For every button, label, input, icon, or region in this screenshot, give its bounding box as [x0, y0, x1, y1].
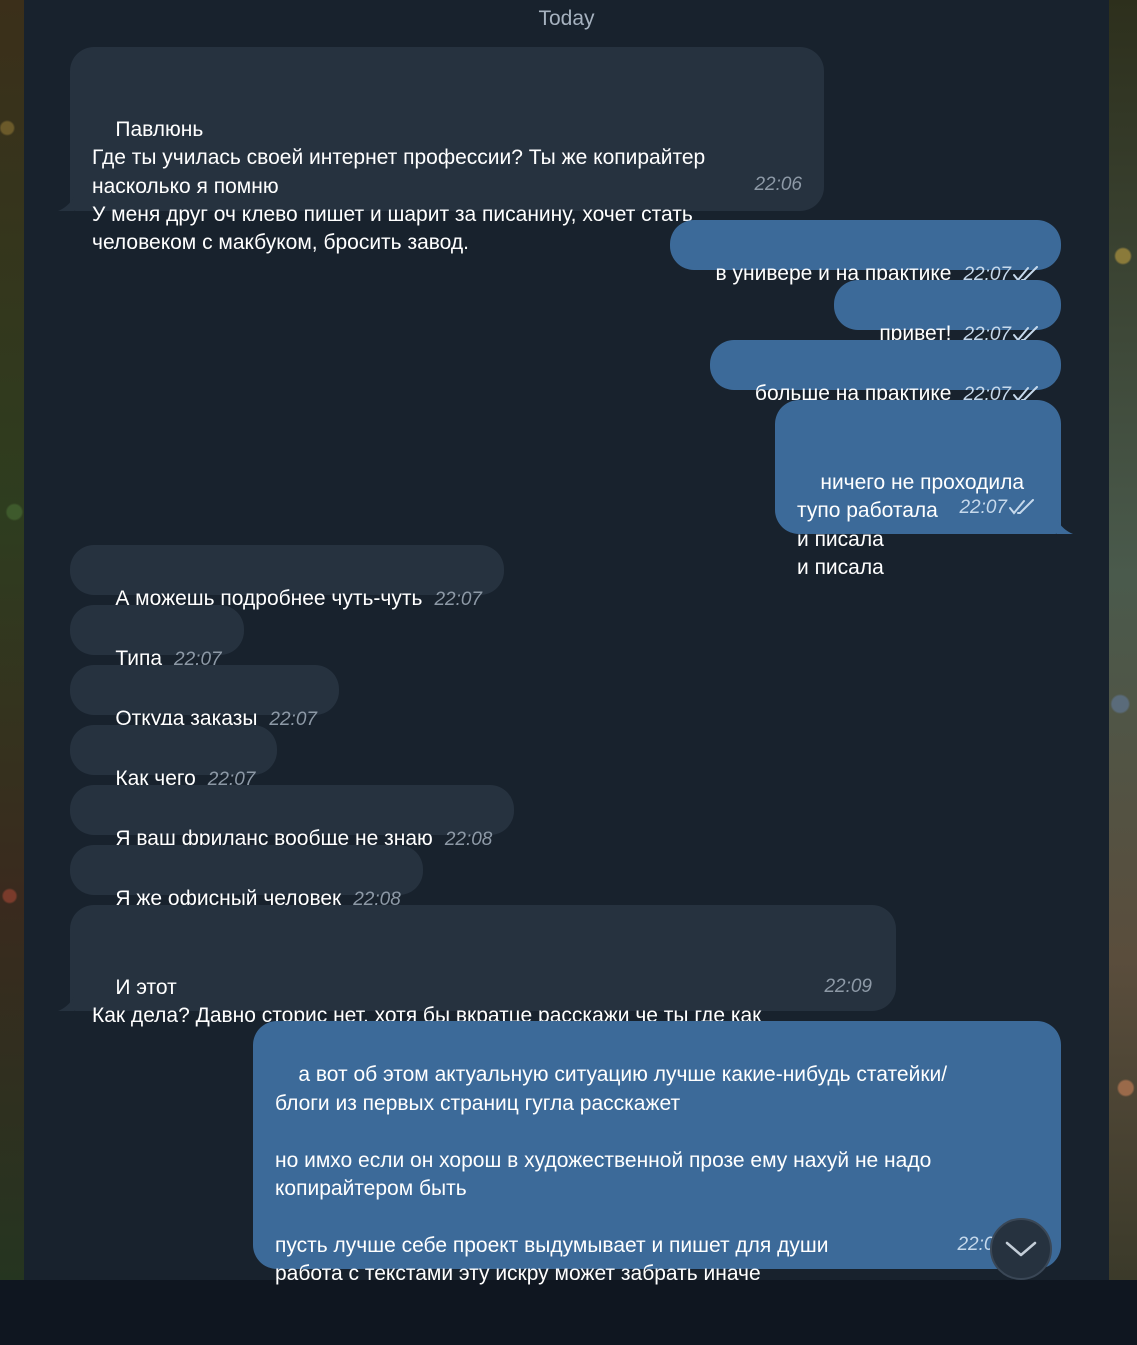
incoming-message[interactable]: Я ваш фриланс вообще не знаю 22:08	[70, 785, 515, 850]
outgoing-message[interactable]: в универе и на практике 22:07	[670, 220, 1061, 285]
incoming-message[interactable]: Как чего 22:07	[70, 725, 278, 790]
message-text: ничего не проходила тупо работала и писа…	[797, 470, 1025, 580]
outgoing-message[interactable]: ничего не проходила тупо работала и писа…	[775, 400, 1073, 579]
incoming-message[interactable]: Типа 22:07	[70, 605, 244, 670]
incoming-message[interactable]: Павлюнь Где ты училась своей интернет пр…	[58, 47, 824, 254]
message-time: 22:09	[824, 975, 872, 997]
scroll-to-bottom-button[interactable]	[990, 1218, 1052, 1280]
chat-history[interactable]: Today Павлюнь Где ты училась своей интер…	[24, 0, 1109, 1285]
wallpaper-right	[1109, 0, 1137, 1280]
message-time: 22:06	[754, 173, 802, 195]
message-time: 22:07	[959, 494, 1035, 522]
incoming-message[interactable]: И этот Как дела? Давно сторис нет, хотя …	[58, 905, 896, 1027]
bubble-tail	[58, 997, 74, 1011]
outgoing-message[interactable]: привет! 22:07	[833, 280, 1061, 345]
message-time: 22:07	[434, 589, 482, 611]
outgoing-message[interactable]: больше на практике 22:07	[709, 340, 1061, 405]
bubble-tail	[1057, 520, 1073, 534]
message-time: 22:07	[269, 709, 317, 731]
message-text: а вот об этом актуальную ситуацию лучше …	[275, 1063, 948, 1286]
incoming-message[interactable]: Я же офисный человек 22:08	[70, 845, 423, 910]
bubble-tail	[58, 197, 74, 211]
wallpaper-left	[0, 0, 24, 1280]
message-time: 22:08	[444, 829, 493, 851]
message-text: И этот Как дела? Давно сторис нет, хотя …	[92, 975, 762, 1028]
double-check-icon	[1009, 498, 1034, 515]
message-text: Павлюнь Где ты училась своей интернет пр…	[92, 117, 706, 255]
incoming-message[interactable]: А можешь подробнее чуть-чуть 22:07	[70, 545, 504, 610]
date-separator: Today	[538, 7, 595, 30]
outgoing-message[interactable]: а вот об этом актуальную ситуацию лучше …	[253, 1021, 1061, 1285]
chevron-down-icon	[1005, 1241, 1037, 1257]
incoming-message[interactable]: Откуда заказы 22:07	[70, 665, 339, 730]
